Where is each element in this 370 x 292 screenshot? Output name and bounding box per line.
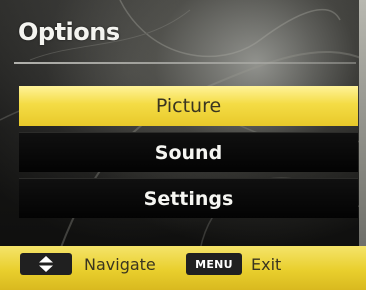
menu-item-sound[interactable]: Sound xyxy=(19,132,358,172)
bezel-edge xyxy=(359,0,366,250)
footer-hint-bar: Navigate MENU Exit xyxy=(0,246,366,290)
page-title: Options xyxy=(18,18,120,46)
navigate-hint-label: Navigate xyxy=(84,255,156,274)
tv-options-screen: Options Picture Sound Settings Navigate … xyxy=(0,0,366,290)
up-down-arrows-icon xyxy=(39,256,53,272)
title-divider xyxy=(14,62,356,64)
menu-item-settings[interactable]: Settings xyxy=(19,178,358,218)
menu-key: MENU xyxy=(186,253,242,275)
menu-item-picture[interactable]: Picture xyxy=(19,86,358,126)
navigate-key xyxy=(20,253,72,275)
exit-hint-label: Exit xyxy=(251,255,282,274)
